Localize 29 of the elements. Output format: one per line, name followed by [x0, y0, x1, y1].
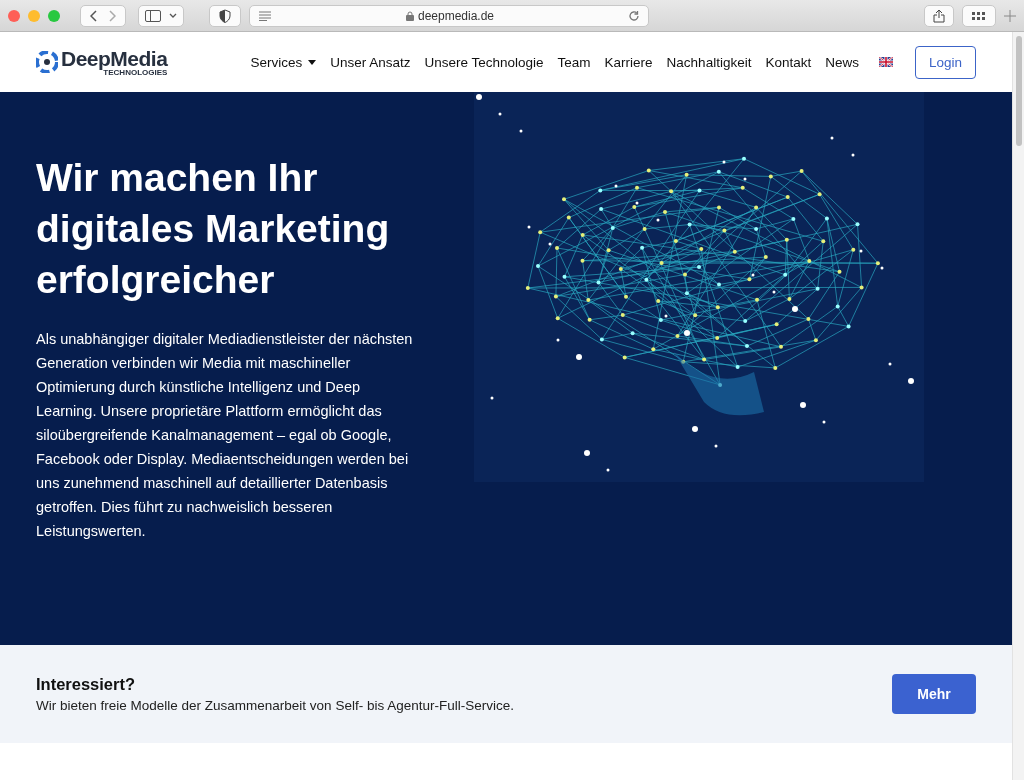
cta-heading: Interessiert?	[36, 675, 137, 694]
caret-icon	[308, 59, 317, 65]
nav-link[interactable]: Services	[250, 54, 317, 70]
login-button[interactable]: Login	[914, 45, 976, 79]
nav-link[interactable]: Kontakt	[765, 54, 812, 70]
reader-icon[interactable]	[258, 10, 272, 21]
nav-link[interactable]: Unsere Technologie	[424, 54, 544, 70]
nav-link[interactable]: News	[825, 54, 859, 70]
flag-icon[interactable]	[878, 57, 893, 67]
hero-paragraph: Als unabhängiger digitaler Mediadienstleister der nächsten Generation verbinden wir Media mit maschineller Optimierung durch künstliche Intelligenz und Deep Learning. Unsere proprietäre Plattform ermöglicht das siloübergreifende Kanalmanagement – egal ob Google, Facebook oder Display. Mediaentscheidungen werden bei uns zunehmend maschinell auf detaillierter Datenbasis getroffen. Dies führt zu nachweislich besseren Leistungswerten.	[36, 330, 414, 541]
back-icon[interactable]	[90, 9, 98, 22]
nav-link[interactable]: Nachhaltigkeit	[666, 54, 752, 70]
sidebar-icon[interactable]	[145, 9, 161, 22]
reload-icon[interactable]	[628, 9, 640, 22]
lock-icon	[405, 10, 414, 21]
url-text[interactable]: deepmedia.de	[417, 8, 495, 23]
nav-link[interactable]: Team	[557, 54, 591, 70]
logo-icon[interactable]	[36, 51, 58, 73]
logo-subtitle: TECHNOLOGIES	[103, 68, 168, 77]
tab-overview-icon[interactable]	[972, 11, 986, 20]
logo-text[interactable]: DeepMedia	[61, 47, 168, 69]
hero-heading: Wir machen Ihr digitales Marketing erfolgreicher	[36, 155, 391, 303]
shield-icon[interactable]	[219, 8, 231, 23]
share-icon[interactable]	[933, 8, 945, 23]
chevron-down-icon[interactable]	[169, 12, 177, 19]
cta-text: Wir bieten freie Modelle der Zusammenarbeit von Self- bis Agentur-Full-Service.	[36, 698, 515, 713]
nav-link[interactable]: Unser Ansatz	[330, 54, 411, 70]
nav-link[interactable]: Karriere	[604, 54, 653, 70]
more-button[interactable]: Mehr	[892, 674, 976, 714]
